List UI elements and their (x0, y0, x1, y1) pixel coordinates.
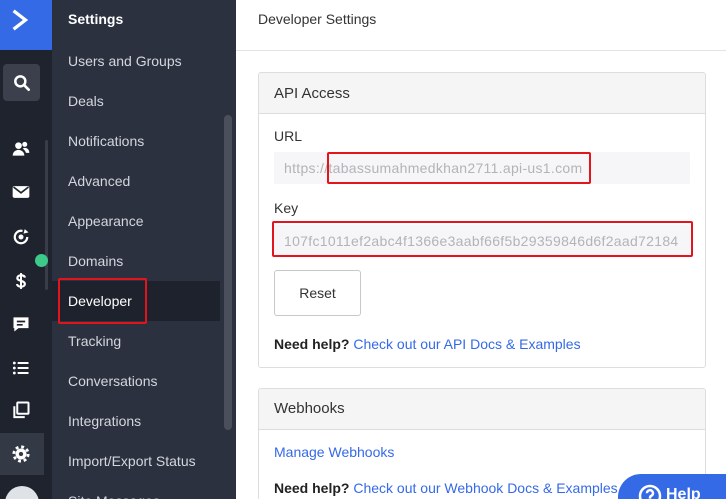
webhooks-card-header: Webhooks (259, 389, 705, 430)
webhooks-help-line: Need help? Check out our Webhook Docs & … (274, 479, 618, 497)
settings-sidebar-title: Settings (68, 11, 124, 27)
webhooks-help-prefix: Need help? (274, 480, 350, 496)
list-icon (12, 361, 29, 375)
settings-sidebar: Settings Users and Groups Deals Notifica… (52, 0, 236, 499)
rail-conversations-button[interactable] (2, 305, 40, 343)
manage-webhooks-link[interactable]: Manage Webhooks (274, 443, 394, 461)
user-avatar-button[interactable] (5, 486, 39, 499)
rail-contacts-button[interactable] (2, 130, 40, 168)
settings-nav-item-integrations[interactable]: Integrations (52, 401, 220, 441)
activecampaign-logo-icon (12, 9, 29, 31)
app-icon-rail (0, 0, 52, 499)
page-header: Developer Settings (236, 0, 726, 51)
main-content: Developer Settings API Access URL Key Re… (236, 0, 726, 499)
settings-nav-item-notifications[interactable]: Notifications (52, 121, 220, 161)
rail-scrollbar[interactable] (45, 140, 48, 290)
rail-campaigns-button[interactable] (2, 173, 40, 211)
api-key-field[interactable] (274, 225, 690, 257)
rail-search-button[interactable] (3, 64, 40, 101)
settings-nav-item-users-and-groups[interactable]: Users and Groups (52, 41, 220, 81)
settings-nav-item-deals[interactable]: Deals (52, 81, 220, 121)
window-icon (13, 401, 30, 419)
webhook-docs-link[interactable]: Check out our Webhook Docs & Examples (353, 480, 617, 496)
settings-nav-item-advanced[interactable]: Advanced (52, 161, 220, 201)
app-logo[interactable] (0, 0, 52, 50)
api-access-title: API Access (274, 85, 350, 102)
settings-nav-item-domains[interactable]: Domains (52, 241, 220, 281)
help-button[interactable]: Help (618, 474, 726, 499)
webhooks-title: Webhooks (274, 400, 345, 417)
help-button-label: Help (666, 486, 701, 499)
rail-deals-button[interactable] (2, 262, 40, 300)
search-icon (13, 74, 30, 91)
rail-website-button[interactable] (2, 391, 40, 429)
settings-nav-item-conversations[interactable]: Conversations (52, 361, 220, 401)
api-access-card-header: API Access (259, 73, 705, 114)
notification-dot (35, 254, 48, 267)
contacts-icon (12, 141, 30, 156)
gear-icon (12, 445, 30, 463)
mail-icon (12, 186, 30, 198)
question-circle-icon (638, 484, 662, 499)
dollar-icon (16, 273, 26, 289)
api-key-label: Key (274, 200, 299, 216)
automation-icon (13, 229, 29, 245)
api-url-field[interactable] (274, 152, 690, 184)
settings-sidebar-scrollbar[interactable] (224, 115, 232, 430)
api-access-card: API Access URL Key Reset Need help? Chec… (258, 72, 706, 368)
chat-icon (13, 317, 29, 332)
api-url-label: URL (274, 128, 303, 144)
settings-nav-item-developer[interactable]: Developer (52, 281, 220, 321)
api-help-prefix: Need help? (274, 336, 350, 352)
rail-settings-button[interactable] (2, 435, 40, 473)
avatar (5, 486, 39, 499)
api-docs-link[interactable]: Check out our API Docs & Examples (353, 336, 580, 352)
rail-lists-button[interactable] (2, 349, 40, 387)
api-help-line: Need help? Check out our API Docs & Exam… (274, 335, 581, 353)
settings-nav-item-import-export-status[interactable]: Import/Export Status (52, 441, 220, 481)
settings-nav-item-tracking[interactable]: Tracking (52, 321, 220, 361)
rail-automations-button[interactable] (2, 218, 40, 256)
settings-nav-item-site-messages[interactable]: Site Messages (52, 481, 220, 499)
page-title: Developer Settings (258, 11, 377, 27)
settings-nav-item-appearance[interactable]: Appearance (52, 201, 220, 241)
reset-key-button[interactable]: Reset (274, 270, 361, 316)
